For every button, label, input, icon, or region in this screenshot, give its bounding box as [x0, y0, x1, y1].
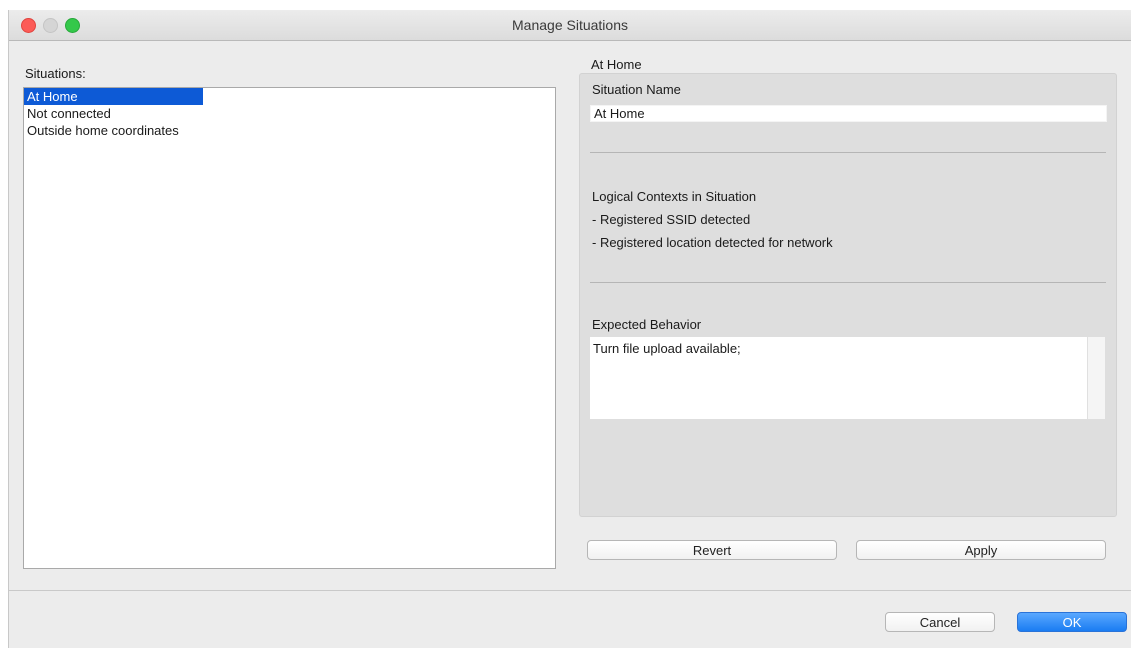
list-item-outside-home-coordinates[interactable]: Outside home coordinates — [24, 122, 555, 139]
situation-name-label: Situation Name — [592, 82, 681, 97]
detail-panel: Situation Name At Home Logical Contexts … — [579, 73, 1117, 517]
list-item-not-connected[interactable]: Not connected — [24, 105, 555, 122]
apply-button[interactable]: Apply — [856, 540, 1106, 560]
expected-behavior-textarea[interactable]: Turn file upload available; — [590, 337, 1105, 419]
separator — [590, 282, 1106, 283]
window-title: Manage Situations — [512, 17, 628, 33]
expected-behavior-label: Expected Behavior — [592, 317, 702, 332]
cancel-button[interactable]: Cancel — [885, 612, 995, 632]
logical-contexts-label: Logical Contexts in Situation — [592, 189, 757, 204]
ok-button[interactable]: OK — [1017, 612, 1127, 632]
separator — [590, 152, 1106, 153]
context-item: - Registered SSID detected — [592, 212, 751, 227]
situation-list[interactable]: At Home Not connected Outside home coord… — [23, 87, 556, 569]
situation-name-field[interactable]: At Home — [590, 105, 1107, 122]
expected-behavior-text: Turn file upload available; — [593, 341, 741, 356]
title-bar[interactable]: Manage Situations — [9, 10, 1131, 41]
behavior-scrollbar[interactable] — [1087, 337, 1105, 419]
context-item: - Registered location detected for netwo… — [592, 235, 833, 250]
footer-separator — [9, 590, 1131, 591]
situations-label: Situations: — [25, 66, 86, 81]
revert-button[interactable]: Revert — [587, 540, 837, 560]
manage-situations-window: Manage Situations Situations: At Home No… — [8, 10, 1131, 648]
detail-heading: At Home — [591, 57, 642, 72]
list-item-at-home[interactable]: At Home — [24, 88, 203, 105]
